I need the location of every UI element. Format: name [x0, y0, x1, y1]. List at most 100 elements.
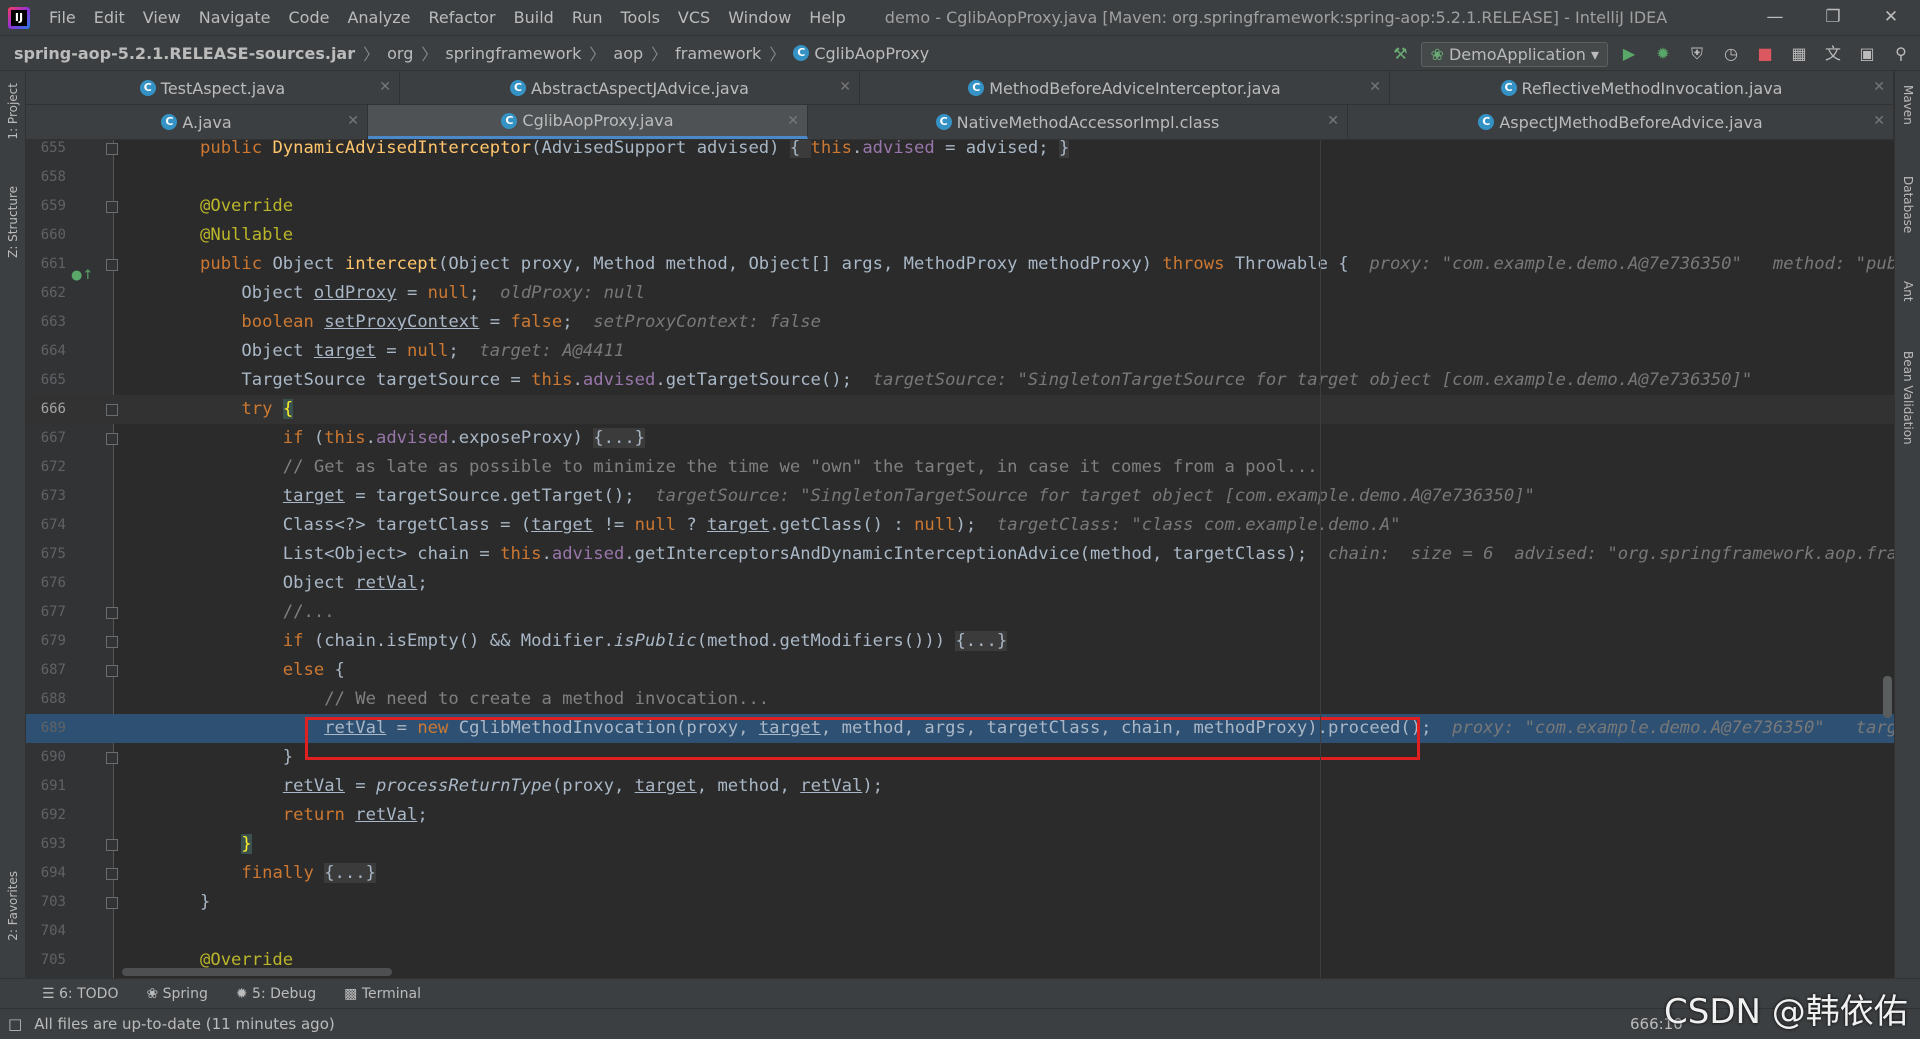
- code-line[interactable]: 693 }: [26, 830, 1894, 859]
- minimize-icon[interactable]: —: [1746, 0, 1804, 35]
- tab-cglibaopproxy[interactable]: C CglibAopProxy.java ✕: [368, 105, 808, 139]
- bean-validation-tool-tab[interactable]: Bean Validation: [1901, 351, 1915, 445]
- status-toggle-icon[interactable]: □: [8, 1015, 22, 1033]
- close-tab-icon[interactable]: ✕: [839, 79, 851, 95]
- close-tab-icon[interactable]: ✕: [1369, 79, 1381, 95]
- breadcrumb-org[interactable]: org: [387, 44, 413, 63]
- code-line[interactable]: 674 Class<?> targetClass = (target != nu…: [26, 511, 1894, 540]
- debug-tool-tab[interactable]: ✹ 5: Debug: [236, 986, 316, 1002]
- build-hammer-icon[interactable]: ⚒: [1387, 41, 1413, 67]
- fold-marker-icon[interactable]: [106, 607, 118, 619]
- code-line[interactable]: 655 public DynamicAdvisedInterceptor(Advi…: [26, 140, 1894, 163]
- stop-icon[interactable]: ■: [1752, 41, 1778, 67]
- tab-abstractaspectjadvice[interactable]: C AbstractAspectJAdvice.java ✕: [400, 71, 860, 105]
- project-structure-icon[interactable]: ▦: [1786, 41, 1812, 67]
- fold-marker-icon[interactable]: [106, 897, 118, 909]
- close-tab-icon[interactable]: ✕: [1327, 113, 1339, 129]
- code-line[interactable]: 679 if (chain.isEmpty() && Modifier.isPu…: [26, 627, 1894, 656]
- fold-marker-icon[interactable]: [106, 433, 118, 445]
- code-line[interactable]: 664 Object target = null; target: A@4411: [26, 337, 1894, 366]
- tab-methodbeforeadviceinterceptor[interactable]: C MethodBeforeAdviceInterceptor.java ✕: [860, 71, 1390, 105]
- translate-icon[interactable]: 文: [1820, 41, 1846, 67]
- favorites-tool-tab[interactable]: 2: Favorites: [6, 871, 20, 941]
- fold-marker-icon[interactable]: [106, 665, 118, 677]
- code-line[interactable]: 689 retVal = new CglibMethodInvocation(p…: [26, 714, 1894, 743]
- fold-marker-icon[interactable]: [106, 201, 118, 213]
- ant-tool-tab[interactable]: Ant: [1901, 281, 1915, 302]
- menu-file[interactable]: File: [40, 8, 85, 27]
- code-line[interactable]: 688 // We need to create a method invoca…: [26, 685, 1894, 714]
- close-icon[interactable]: ✕: [1862, 0, 1920, 35]
- spring-tool-tab[interactable]: ❀ Spring: [146, 986, 207, 1002]
- fold-marker-icon[interactable]: [106, 143, 118, 155]
- code-line[interactable]: 659 @Override: [26, 192, 1894, 221]
- close-tab-icon[interactable]: ✕: [379, 79, 391, 95]
- menu-build[interactable]: Build: [505, 8, 563, 27]
- terminal-tool-tab[interactable]: ▩ Terminal: [344, 986, 421, 1002]
- code-line[interactable]: 675 List<Object> chain = this.advised.ge…: [26, 540, 1894, 569]
- menu-help[interactable]: Help: [800, 8, 854, 27]
- layout-icon[interactable]: ▣: [1854, 41, 1880, 67]
- code-line[interactable]: 660 @Nullable: [26, 221, 1894, 250]
- coverage-icon[interactable]: ⛨: [1684, 41, 1710, 67]
- breadcrumb-class[interactable]: CglibAopProxy: [814, 44, 929, 63]
- fold-marker-icon[interactable]: [106, 404, 118, 416]
- breadcrumb-springframework[interactable]: springframework: [445, 44, 581, 63]
- code-line[interactable]: 676 Object retVal;: [26, 569, 1894, 598]
- structure-tool-tab[interactable]: Z: Structure: [6, 186, 20, 258]
- profile-icon[interactable]: ◷: [1718, 41, 1744, 67]
- code-line[interactable]: 703}: [26, 888, 1894, 917]
- tab-aspectjmethodbeforeadvice[interactable]: C AspectJMethodBeforeAdvice.java ✕: [1348, 105, 1894, 139]
- menu-view[interactable]: View: [134, 8, 190, 27]
- fold-marker-icon[interactable]: [106, 839, 118, 851]
- fold-marker-icon[interactable]: [106, 868, 118, 880]
- close-tab-icon[interactable]: ✕: [1873, 113, 1885, 129]
- code-line[interactable]: 677 //...: [26, 598, 1894, 627]
- menu-tools[interactable]: Tools: [612, 8, 669, 27]
- tab-a-java[interactable]: C A.java ✕: [26, 105, 368, 139]
- code-line[interactable]: 692 return retVal;: [26, 801, 1894, 830]
- code-line[interactable]: 672 // Get as late as possible to minimi…: [26, 453, 1894, 482]
- menu-vcs[interactable]: VCS: [669, 8, 719, 27]
- project-tool-tab[interactable]: 1: Project: [6, 83, 20, 140]
- code-line[interactable]: 662 Object oldProxy = null; oldProxy: nu…: [26, 279, 1894, 308]
- close-tab-icon[interactable]: ✕: [347, 113, 359, 129]
- debug-icon[interactable]: ✹: [1650, 41, 1676, 67]
- code-line[interactable]: 691 retVal = processReturnType(proxy, ta…: [26, 772, 1894, 801]
- restore-icon[interactable]: ❐: [1804, 0, 1862, 35]
- close-tab-icon[interactable]: ✕: [787, 113, 799, 129]
- todo-tool-tab[interactable]: ☰ 6: TODO: [42, 986, 118, 1002]
- run-icon[interactable]: ▶: [1616, 41, 1642, 67]
- menu-window[interactable]: Window: [719, 8, 800, 27]
- run-configuration-select[interactable]: ❀ DemoApplication ▾: [1421, 41, 1608, 67]
- code-line[interactable]: 673 target = targetSource.getTarget(); t…: [26, 482, 1894, 511]
- code-line[interactable]: 663 boolean setProxyContext = false; set…: [26, 308, 1894, 337]
- menu-analyze[interactable]: Analyze: [338, 8, 419, 27]
- breadcrumb-framework[interactable]: framework: [675, 44, 761, 63]
- tab-nativemethodaccessorimpl[interactable]: C NativeMethodAccessorImpl.class ✕: [808, 105, 1348, 139]
- code-editor[interactable]: 655 public DynamicAdvisedInterceptor(Advi…: [26, 140, 1894, 978]
- code-line[interactable]: 666 try {: [26, 395, 1894, 424]
- menu-code[interactable]: Code: [280, 8, 339, 27]
- menu-navigate[interactable]: Navigate: [190, 8, 280, 27]
- tab-reflectivemethodinvocation[interactable]: C ReflectiveMethodInvocation.java ✕: [1390, 71, 1894, 105]
- code-line[interactable]: 690 }: [26, 743, 1894, 772]
- code-line[interactable]: 687 else {: [26, 656, 1894, 685]
- maven-tool-tab[interactable]: Maven: [1901, 85, 1915, 125]
- vertical-scrollbar[interactable]: [1883, 676, 1892, 718]
- fold-marker-icon[interactable]: [106, 636, 118, 648]
- tab-testaspect[interactable]: C TestAspect.java ✕: [26, 71, 400, 105]
- breadcrumb-aop[interactable]: aop: [613, 44, 643, 63]
- database-tool-tab[interactable]: Database: [1901, 176, 1915, 233]
- code-line[interactable]: 661 public Object intercept(Object proxy,…: [26, 250, 1894, 279]
- menu-refactor[interactable]: Refactor: [420, 8, 505, 27]
- code-line[interactable]: 704: [26, 917, 1894, 946]
- code-line[interactable]: 694 finally {...}: [26, 859, 1894, 888]
- code-line[interactable]: 658: [26, 163, 1894, 192]
- implements-marker-icon[interactable]: ●↑: [71, 268, 93, 283]
- horizontal-scrollbar[interactable]: [122, 968, 392, 976]
- code-line[interactable]: 667 if (this.advised.exposeProxy) {...}: [26, 424, 1894, 453]
- code-line[interactable]: 665 TargetSource targetSource = this.adv…: [26, 366, 1894, 395]
- search-icon[interactable]: ⚲: [1888, 41, 1914, 67]
- fold-marker-icon[interactable]: [106, 259, 118, 271]
